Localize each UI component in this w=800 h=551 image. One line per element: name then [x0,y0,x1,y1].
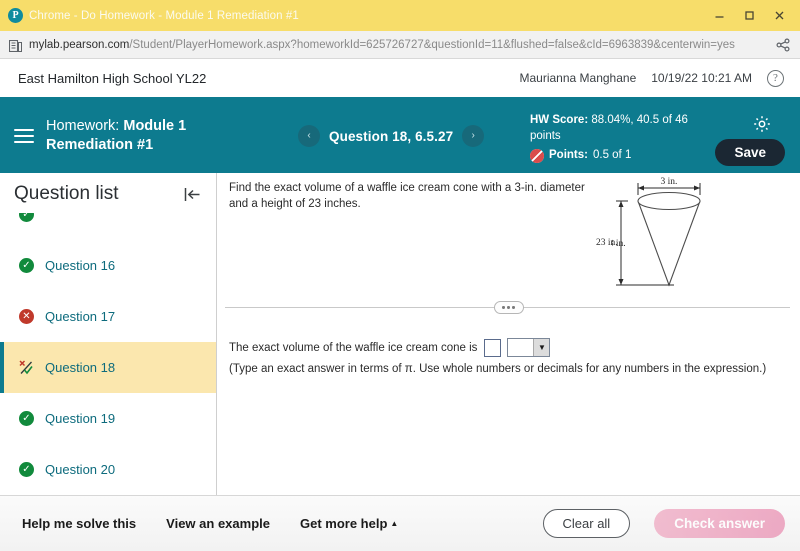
question-list-sidebar: Question list ✓ ✓ Question 16 ✕ Question… [0,173,217,495]
sidebar-item-question-16[interactable]: ✓ Question 16 [0,240,216,291]
question-label: Question 20 [45,462,116,477]
url-path: /Student/PlayerHomework.aspx?homeworkId=… [129,38,735,51]
cone-height-label: 23 in. [596,238,618,248]
url-host: mylab.pearson.com [29,38,130,51]
check-answer-button[interactable]: Check answer [654,509,785,538]
minimize-icon[interactable] [704,3,734,29]
status-correct-icon: ✓ [18,257,35,274]
prev-question-button[interactable]: ‹ [298,125,320,147]
window-title-bar: P Chrome - Do Homework - Module 1 Remedi… [0,0,800,31]
homework-title: Homework: Module 1 Remediation #1 [46,117,236,154]
chevron-down-icon: ▼ [533,339,550,356]
question-list-header: Question list [0,173,216,213]
question-list-item-partial-top[interactable]: ✓ [0,213,216,240]
unit-select[interactable]: ▼ [507,338,551,357]
help-icon[interactable]: ? [767,69,784,87]
points-line: Points: 0.5 of 1 [530,148,720,164]
status-correct-icon: ✓ [18,213,35,223]
status-correct-icon: ✓ [18,461,35,478]
score-block: HW Score: 88.04%, 40.5 of 46 points Poin… [530,113,720,164]
points-value: 0.5 of 1 [592,149,632,162]
address-bar[interactable]: mylab.pearson.com/Student/PlayerHomework… [0,31,800,59]
caret-up-icon: ▲ [390,519,399,528]
question-label: Question 18 [45,360,116,375]
question-list-scroll: ✓ ✓ Question 16 ✕ Question 17 Question 1… [0,213,216,495]
status-incorrect-icon: ✕ [18,308,35,325]
hw-score-label: HW Score: [530,114,589,126]
points-label: Points: [549,149,588,162]
get-more-help-label: Get more help [299,516,388,531]
unit-select-value [508,339,533,356]
partial-credit-icon [530,148,544,163]
resize-handle[interactable] [493,301,524,314]
content-area: Question list ✓ ✓ Question 16 ✕ Question… [0,173,800,496]
current-datetime: 10/19/22 10:21 AM [651,71,752,85]
sidebar-item-question-20[interactable]: ✓ Question 20 [0,444,216,495]
answer-row: The exact volume of the waffle ice cream… [229,338,551,357]
school-bar-right: Maurianna Manghane 10/19/22 10:21 AM ? [519,69,784,87]
clear-all-button[interactable]: Clear all [542,509,631,538]
get-more-help-button[interactable]: Get more help ▲ [300,516,398,531]
hamburger-menu-icon[interactable] [10,122,38,150]
school-name: East Hamilton High School YL22 [18,70,207,86]
footer-actions: Clear all Check answer [542,509,785,538]
sidebar-item-question-18[interactable]: Question 18 [0,342,216,393]
window-title: Chrome - Do Homework - Module 1 Remediat… [29,9,299,22]
question-list[interactable]: ✓ ✓ Question 16 ✕ Question 17 Question 1… [0,213,216,495]
homework-label: Homework: [46,118,120,135]
collapse-panel-icon[interactable] [183,185,202,204]
view-an-example-button[interactable]: View an example [166,516,270,531]
answer-prompt: The exact volume of the waffle ice cream… [229,341,478,354]
save-button[interactable]: Save [715,139,785,166]
browser-window: P Chrome - Do Homework - Module 1 Remedi… [0,0,800,551]
svg-text:3 in.: 3 in. [661,177,678,187]
share-icon[interactable] [776,38,790,52]
hw-score-line: HW Score: 88.04%, 40.5 of 46 points [530,113,720,144]
answer-input[interactable] [484,338,502,357]
status-partial-icon [18,359,35,376]
close-icon[interactable] [764,3,794,29]
url-text[interactable]: mylab.pearson.com/Student/PlayerHomework… [29,39,768,51]
sidebar-item-question-19[interactable]: ✓ Question 19 [0,393,216,444]
help-me-solve-this-button[interactable]: Help me solve this [22,516,136,531]
current-question-label: Question 18, 6.5.27 [329,128,454,144]
school-bar: East Hamilton High School YL22 Maurianna… [0,59,800,99]
user-name: Maurianna Manghane [519,71,637,85]
sidebar-item-question-17[interactable]: ✕ Question 17 [0,291,216,342]
question-prompt: Find the exact volume of a waffle ice cr… [229,182,585,211]
question-label: Question 16 [45,258,116,273]
footer-toolbar: Help me solve this View an example Get m… [0,496,800,551]
question-pane: Find the exact volume of a waffle ice cr… [217,173,800,495]
answer-hint: (Type an exact answer in terms of π. Use… [229,363,767,375]
question-label: Question 19 [45,411,116,426]
cone-diagram: 3 in. 23 in. 23 in. [596,175,737,295]
maximize-icon[interactable] [734,3,764,29]
gear-icon[interactable] [752,114,772,134]
next-question-button[interactable]: › [462,125,485,147]
question-list-title: Question list [14,183,119,204]
status-correct-icon: ✓ [18,410,35,427]
pearson-logo-icon: P [8,8,23,23]
page-icon [8,39,22,52]
homework-header: Homework: Module 1 Remediation #1 ‹ Ques… [0,99,800,173]
window-controls [704,3,794,29]
question-navigator: ‹ Question 18, 6.5.27 › [298,125,485,147]
question-label: Question 17 [45,309,116,324]
